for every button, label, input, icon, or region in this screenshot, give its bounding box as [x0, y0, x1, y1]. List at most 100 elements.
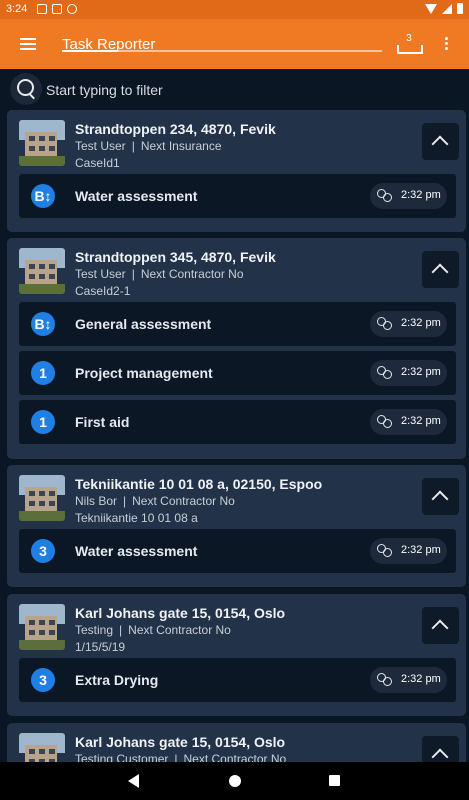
title-underline	[62, 50, 382, 52]
case-card: Karl Johans gate 15, 0154, Oslo Testing | N…	[7, 594, 466, 716]
case-user: Nils Bor	[75, 494, 118, 508]
case-user: Testing Customer	[75, 752, 169, 762]
task-time-pill[interactable]: 2:32 pm	[370, 360, 447, 386]
sync-icon	[67, 4, 77, 14]
collapse-button[interactable]	[422, 478, 459, 515]
case-contractor: Next Contractor No	[128, 623, 231, 637]
separator: |	[174, 752, 178, 762]
case-details: Testing Customer | Next Contractor No	[75, 752, 286, 762]
case-id: CaseId1	[75, 156, 120, 170]
notification-icon	[37, 4, 47, 14]
task-time: 2:32 pm	[401, 415, 441, 427]
sync-rings-icon	[377, 366, 393, 380]
case-details: Test User | Next Insurance	[75, 139, 222, 153]
system-icons	[425, 3, 463, 14]
task-row[interactable]: 3 Water assessment 2:32 pm	[19, 529, 456, 573]
tray-count: 3	[406, 33, 412, 44]
case-details: Nils Bor | Next Contractor No	[75, 494, 235, 508]
property-photo	[19, 604, 65, 650]
status-time: 3:24	[6, 3, 28, 15]
sim-icon	[52, 4, 62, 14]
sync-rings-icon	[377, 317, 393, 331]
filter-input[interactable]	[44, 79, 448, 101]
case-contractor: Next Contractor No	[140, 267, 244, 281]
case-user: Test User	[75, 267, 126, 281]
sync-rings-icon	[377, 415, 393, 429]
case-user: Testing	[75, 623, 114, 637]
case-address: Strandtoppen 234, 4870, Fevik	[75, 121, 276, 137]
signal-icon	[442, 3, 452, 14]
task-row[interactable]: 1 Project management 2:32 pm	[19, 351, 456, 395]
task-time-pill[interactable]: 2:32 pm	[370, 183, 447, 209]
collapse-button[interactable]	[422, 736, 459, 762]
case-card: Strandtoppen 345, 4870, Fevik Test User | N…	[7, 238, 466, 459]
collapse-button[interactable]	[422, 607, 459, 644]
case-card: Tekniikantie 10 01 08 a, 02150, Espoo Nil…	[7, 465, 466, 587]
task-name: Project management	[75, 365, 213, 381]
task-row[interactable]: 3 Extra Drying 2:32 pm	[19, 658, 456, 702]
case-details: Test User | Next Contractor No	[75, 267, 244, 281]
recent-apps-icon[interactable]	[329, 775, 340, 786]
case-list: Strandtoppen 234, 4870, Fevik Test User | N…	[0, 110, 469, 762]
task-time: 2:32 pm	[401, 366, 441, 378]
case-address: Tekniikantie 10 01 08 a, 02150, Espoo	[75, 476, 323, 492]
filter-bar	[10, 73, 460, 105]
case-id: 1/15/5/19	[75, 640, 126, 654]
collapse-button[interactable]	[422, 123, 459, 160]
tray-button[interactable]: 3	[396, 33, 423, 55]
navigation-bar	[0, 762, 469, 800]
task-name: General assessment	[75, 316, 212, 332]
menu-icon[interactable]	[20, 38, 36, 50]
battery-icon	[457, 3, 463, 14]
separator: |	[131, 267, 135, 281]
property-photo	[19, 475, 65, 521]
task-badge: 3	[31, 668, 55, 692]
task-badge: 1	[31, 361, 55, 385]
tray-icon	[397, 45, 423, 54]
task-name: First aid	[75, 414, 130, 430]
chevron-up-icon	[431, 135, 449, 153]
case-address: Karl Johans gate 15, 0154, Oslo	[75, 605, 286, 621]
task-badge: 1	[31, 410, 55, 434]
status-bar: 3:24	[0, 0, 469, 19]
task-time-pill[interactable]: 2:32 pm	[370, 538, 447, 564]
case-details: Testing | Next Contractor No	[75, 623, 231, 637]
notification-icons	[37, 4, 77, 14]
chevron-up-icon	[431, 263, 449, 281]
more-options-icon[interactable]	[442, 37, 450, 53]
task-badge: B↕	[31, 312, 55, 336]
case-user: Test User	[75, 139, 126, 153]
app-bar: Task Reporter 3	[0, 19, 469, 69]
task-row[interactable]: 1 First aid 2:32 pm	[19, 400, 456, 444]
case-address: Karl Johans gate 15, 0154, Oslo	[75, 734, 286, 750]
task-name: Water assessment	[75, 188, 198, 204]
task-time-pill[interactable]: 2:32 pm	[370, 409, 447, 435]
property-photo	[19, 248, 65, 294]
task-row[interactable]: B↕ Water assessment 2:32 pm	[19, 174, 456, 218]
home-icon[interactable]	[229, 775, 241, 787]
task-time-pill[interactable]: 2:32 pm	[370, 311, 447, 337]
case-contractor: Next Insurance	[140, 139, 222, 153]
case-contractor: Next Contractor No	[183, 752, 287, 762]
property-photo	[19, 120, 65, 166]
case-address: Strandtoppen 345, 4870, Fevik	[75, 249, 276, 265]
case-id: Tekniikantie 10 01 08 a	[75, 511, 198, 525]
collapse-button[interactable]	[422, 251, 459, 288]
chevron-up-icon	[431, 748, 449, 762]
search-icon[interactable]	[10, 73, 42, 105]
case-card: Karl Johans gate 15, 0154, Oslo Testing C…	[7, 723, 466, 762]
task-badge: 3	[31, 539, 55, 563]
task-time: 2:32 pm	[401, 544, 441, 556]
task-time: 2:32 pm	[401, 189, 441, 201]
task-time-pill[interactable]: 2:32 pm	[370, 667, 447, 693]
separator: |	[119, 623, 123, 637]
task-time: 2:32 pm	[401, 317, 441, 329]
back-icon[interactable]	[128, 774, 139, 788]
sync-rings-icon	[377, 544, 393, 558]
task-row[interactable]: B↕ General assessment 2:32 pm	[19, 302, 456, 346]
chevron-up-icon	[431, 490, 449, 508]
task-time: 2:32 pm	[401, 673, 441, 685]
task-name: Water assessment	[75, 543, 198, 559]
case-id: CaseId2-1	[75, 284, 131, 298]
separator: |	[131, 139, 135, 153]
